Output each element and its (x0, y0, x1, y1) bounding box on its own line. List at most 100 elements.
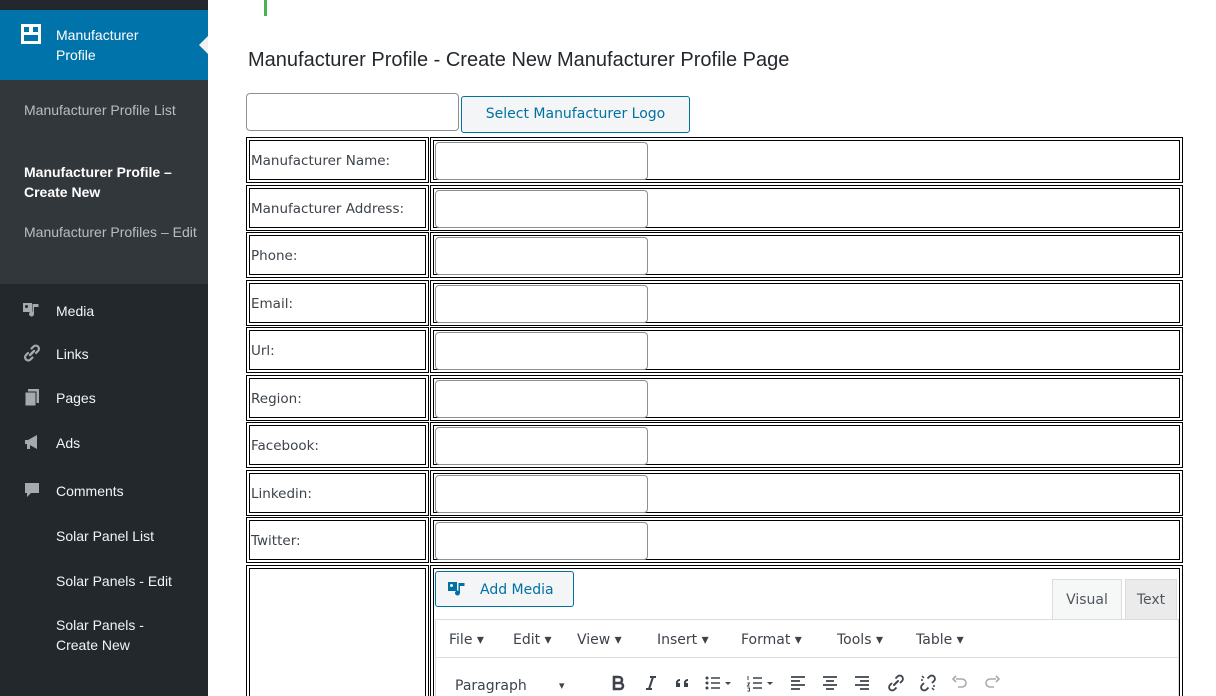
sidebar-item-ads[interactable]: Ads (0, 422, 208, 462)
sidebar-item-label: Media (56, 303, 95, 319)
grid-icon (21, 24, 41, 44)
bullet-list-button[interactable] (700, 669, 731, 696)
undo-button[interactable] (946, 669, 974, 696)
sidebar-item-solar-panel-list[interactable]: Solar Panel List (0, 515, 208, 555)
linkedin-input[interactable] (435, 475, 648, 513)
field-input-cell (430, 517, 1183, 563)
submenu-item-profiles-edit[interactable]: Manufacturer Profiles – Edit (24, 222, 204, 242)
blockquote-icon (675, 678, 688, 687)
page-title: Manufacturer Profile - Create New Manufa… (248, 49, 790, 71)
menu-table[interactable]: Table ▾ (916, 630, 964, 650)
logo-url-input[interactable] (246, 93, 459, 131)
menu-format[interactable]: Format ▾ (741, 630, 802, 650)
field-input-cell (430, 137, 1183, 183)
field-label-cell: Email: (246, 280, 429, 326)
table-row: Facebook: (246, 422, 1183, 468)
sidebar-item-links[interactable]: Links (0, 333, 208, 373)
editor-toolbar: Paragraph ▾ (436, 659, 1178, 696)
field-input-cell (430, 470, 1183, 516)
add-media-button[interactable]: Add Media (435, 571, 574, 607)
submenu-item-profile-list[interactable]: Manufacturer Profile List (24, 100, 204, 120)
align-left-button[interactable] (784, 669, 812, 696)
field-label: Region: (251, 391, 302, 407)
submenu-item-create-new[interactable]: Manufacturer Profile – Create New (24, 162, 204, 202)
phone-input[interactable] (435, 237, 648, 275)
add-media-label: Add Media (480, 582, 554, 598)
select-logo-button[interactable]: Select Manufacturer Logo (461, 96, 690, 133)
field-label: Linkedin: (251, 486, 312, 502)
field-label: Manufacturer Name: (251, 153, 391, 169)
sidebar-item-label: Solar Panel List (56, 528, 155, 544)
twitter-input[interactable] (435, 522, 648, 560)
table-row: Phone: (246, 232, 1183, 278)
url-input[interactable] (435, 332, 648, 370)
region-input[interactable] (435, 380, 648, 418)
chevron-down-icon: ▾ (559, 679, 565, 692)
field-label-cell: Url: (246, 327, 429, 373)
media-icon (23, 303, 39, 317)
facebook-input[interactable] (435, 427, 648, 465)
field-label: Facebook: (251, 438, 319, 454)
blockquote-button[interactable] (669, 669, 697, 696)
italic-icon (646, 676, 656, 690)
align-center-icon (823, 676, 837, 690)
field-input-cell (430, 232, 1183, 278)
table-row-editor: Add Media Visual Text File ▾ Edit ▾ View… (246, 565, 1183, 696)
sidebar-item-label: Links (56, 346, 89, 362)
redo-button[interactable] (978, 669, 1006, 696)
remove-link-button[interactable] (914, 669, 942, 696)
sidebar-item-solar-panels-edit[interactable]: Solar Panels - Edit (0, 560, 208, 600)
table-row: Manufacturer Address: (246, 185, 1183, 231)
align-right-button[interactable] (848, 669, 876, 696)
menu-file[interactable]: File ▾ (449, 630, 484, 650)
sidebar-item-solar-panels-create[interactable]: Solar Panels - Create New (0, 604, 208, 664)
tab-text[interactable]: Text (1125, 579, 1177, 619)
sidebar-current-menu[interactable]: Manufacturer Profile (0, 10, 208, 80)
tab-visual[interactable]: Visual (1052, 579, 1122, 619)
notice-accent (264, 0, 267, 16)
field-label: Manufacturer Address: (251, 201, 405, 217)
bold-icon (612, 675, 625, 691)
manufacturer-address-input[interactable] (435, 190, 648, 228)
sidebar-item-pages[interactable]: Pages (0, 377, 208, 417)
menu-edit[interactable]: Edit ▾ (513, 630, 552, 650)
table-row: Twitter: (246, 517, 1183, 563)
manufacturer-name-input[interactable] (435, 142, 648, 180)
field-input-cell (430, 375, 1183, 421)
rich-text-editor: File ▾ Edit ▾ View ▾ Insert ▾ Format ▾ T… (435, 619, 1179, 696)
comment-icon (25, 483, 39, 497)
sidebar-item-comments[interactable]: Comments (0, 470, 208, 510)
italic-button[interactable] (637, 669, 665, 696)
sidebar-submenu: Manufacturer Profile List Manufacturer P… (0, 80, 208, 284)
bold-button[interactable] (604, 669, 632, 696)
sidebar-item-media[interactable]: Media (0, 290, 208, 330)
menu-insert[interactable]: Insert ▾ (657, 630, 709, 650)
insert-link-button[interactable] (882, 669, 910, 696)
format-select-value: Paragraph (455, 678, 527, 694)
field-label: Url: (251, 343, 275, 359)
sidebar-item-label: Solar Panels - Edit (56, 573, 172, 589)
admin-notice-bar (208, 0, 1216, 18)
field-label-cell: Phone: (246, 232, 429, 278)
undo-icon (951, 675, 967, 688)
main-content: Manufacturer Profile - Create New Manufa… (208, 0, 1216, 696)
field-label: Email: (251, 296, 294, 312)
unlink-icon (920, 674, 936, 692)
menu-view[interactable]: View ▾ (577, 630, 622, 650)
table-row: Linkedin: (246, 470, 1183, 516)
format-select[interactable]: Paragraph ▾ (444, 667, 584, 696)
menu-tools[interactable]: Tools ▾ (837, 630, 883, 650)
link-icon (888, 674, 904, 692)
table-row: Manufacturer Name: (246, 137, 1183, 183)
align-right-icon (855, 676, 869, 690)
align-center-button[interactable] (816, 669, 844, 696)
admin-sidebar: Manufacturer Profile Manufacturer Profil… (0, 0, 208, 696)
field-label-cell (246, 565, 429, 696)
megaphone-icon (25, 435, 37, 449)
numbered-list-button[interactable] (742, 669, 773, 696)
sidebar-item-label: Solar Panels - Create New (56, 617, 144, 653)
field-label-cell: Region: (246, 375, 429, 421)
field-input-cell (430, 327, 1183, 373)
pages-icon (24, 389, 39, 407)
email-input[interactable] (435, 285, 648, 323)
